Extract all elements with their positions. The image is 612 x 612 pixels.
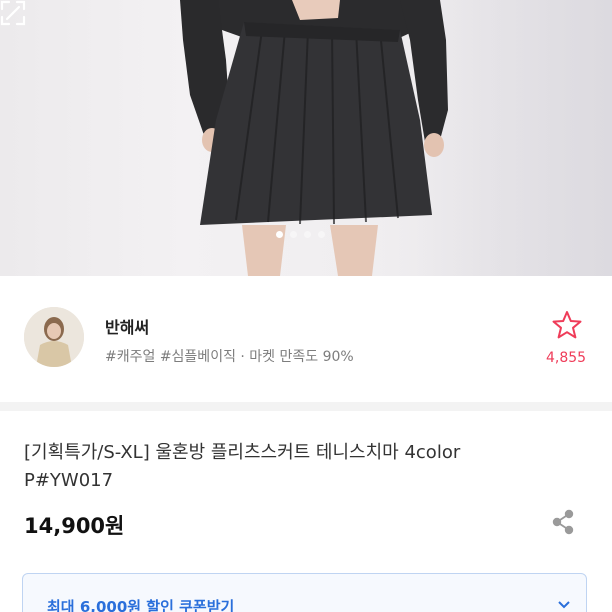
product-title: [기획특가/S-XL] 울혼방 플리츠스커트 테니스치마 4color — [24, 442, 461, 463]
carousel-indicator — [276, 231, 325, 239]
avatar-image — [24, 307, 84, 367]
expand-icon[interactable] — [0, 0, 26, 26]
carousel-dot[interactable] — [304, 231, 311, 238]
product-code: P#YW017 — [24, 470, 114, 491]
chevron-down-icon — [558, 601, 570, 609]
star-outline-icon[interactable] — [552, 310, 582, 340]
coupon-label: 최대 6,000원 할인 쿠폰받기 — [47, 598, 235, 612]
carousel-dot[interactable] — [318, 231, 325, 238]
seller-avatar[interactable] — [24, 307, 84, 367]
coupon-button[interactable]: 최대 6,000원 할인 쿠폰받기 — [22, 573, 587, 612]
product-image-carousel[interactable] — [0, 0, 612, 276]
section-divider — [0, 402, 612, 411]
share-icon[interactable] — [551, 509, 575, 535]
seller-section — [0, 276, 612, 396]
seller-name[interactable]: 반해써 — [105, 314, 149, 338]
like-count: 4,855 — [546, 350, 587, 366]
carousel-dot-active[interactable] — [276, 231, 283, 238]
seller-tags: #캐주얼 #심플베이직 · 마켓 만족도 90% — [105, 349, 354, 365]
product-price: 14,900원 — [24, 514, 125, 538]
carousel-dot[interactable] — [290, 231, 297, 238]
